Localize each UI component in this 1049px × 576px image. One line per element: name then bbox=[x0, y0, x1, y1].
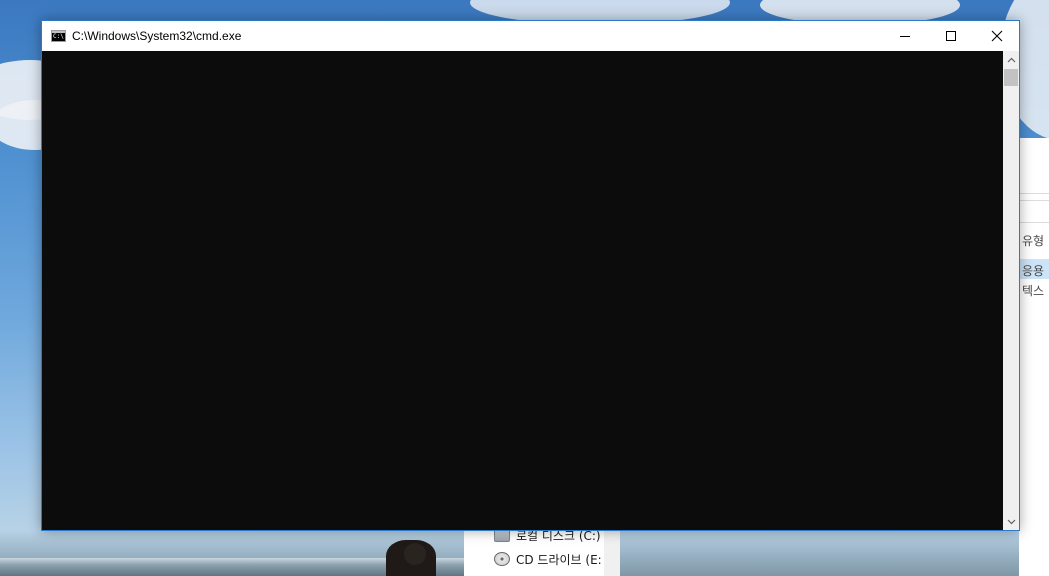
scrollbar-thumb[interactable] bbox=[1004, 69, 1018, 86]
divider bbox=[1019, 200, 1049, 201]
background-explorer-nav-pane[interactable]: 로컬 디스크 (C:) CD 드라이브 (E: bbox=[464, 528, 620, 576]
close-button[interactable] bbox=[974, 21, 1020, 51]
background-explorer-window[interactable]: 유형 응용 텍스 bbox=[1019, 138, 1049, 576]
window-title: C:\Windows\System32\cmd.exe bbox=[72, 29, 242, 43]
minimize-button[interactable] bbox=[882, 21, 928, 51]
scroll-down-button[interactable] bbox=[1003, 513, 1019, 530]
vertical-scrollbar[interactable] bbox=[1003, 51, 1019, 530]
chevron-down-icon bbox=[1007, 519, 1015, 524]
close-icon bbox=[991, 30, 1003, 42]
nav-pane-scrollbar[interactable] bbox=[604, 531, 620, 576]
nav-item-label: CD 드라이브 (E: bbox=[516, 552, 602, 567]
divider bbox=[1019, 193, 1049, 194]
minimize-icon bbox=[900, 35, 910, 37]
column-header-type[interactable]: 유형 bbox=[1022, 232, 1044, 249]
maximize-button[interactable] bbox=[928, 21, 974, 51]
wallpaper-person-head bbox=[404, 543, 426, 565]
cmd-icon[interactable] bbox=[51, 30, 66, 42]
maximize-icon bbox=[946, 31, 956, 41]
nav-item-cd-drive[interactable]: CD 드라이브 (E: bbox=[494, 549, 602, 569]
console-output-area[interactable] bbox=[42, 51, 1003, 530]
divider bbox=[1019, 222, 1049, 223]
scroll-up-button[interactable] bbox=[1003, 51, 1019, 68]
title-bar[interactable]: C:\Windows\System32\cmd.exe bbox=[42, 21, 1019, 51]
cd-drive-icon bbox=[494, 552, 510, 566]
file-type-cell[interactable]: 텍스 bbox=[1022, 282, 1044, 299]
chevron-up-icon bbox=[1007, 57, 1015, 62]
cmd-window[interactable]: C:\Windows\System32\cmd.exe bbox=[41, 20, 1020, 531]
file-type-cell[interactable]: 응용 bbox=[1022, 262, 1044, 279]
